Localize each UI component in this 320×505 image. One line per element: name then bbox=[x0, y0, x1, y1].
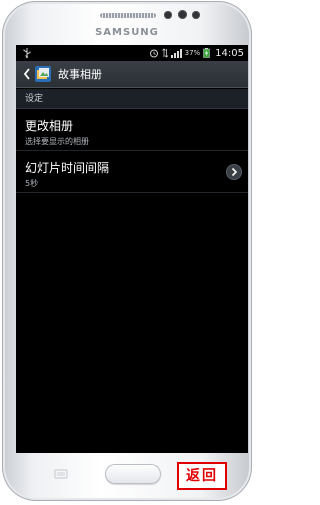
alarm-icon bbox=[149, 49, 158, 58]
proximity-sensor bbox=[164, 11, 172, 19]
home-button[interactable] bbox=[105, 464, 161, 484]
page-title: 故事相册 bbox=[58, 68, 102, 81]
front-camera bbox=[178, 10, 187, 19]
return-annotation: 返回 bbox=[177, 462, 227, 490]
chevron-right-icon[interactable] bbox=[226, 164, 242, 180]
signal-strength-icon bbox=[170, 48, 182, 58]
settings-item-change-album[interactable]: 更改相册 选择要显示的相册 bbox=[16, 113, 248, 151]
earpiece-speaker bbox=[100, 13, 156, 18]
section-header: 设定 bbox=[16, 89, 248, 109]
screen: 37% 14:05 故事相册 设定 更改相册 选择要显示的相册 幻灯片时间间隔 … bbox=[16, 45, 248, 453]
status-time: 14:05 bbox=[215, 47, 244, 59]
phone-frame: SAMSUNG 37% 14:05 故事相册 设定 更改相册 选择要显示的相册 … bbox=[2, 1, 252, 501]
story-album-icon[interactable] bbox=[35, 66, 51, 82]
settings-item-subtitle: 选择要显示的相册 bbox=[25, 137, 89, 146]
usb-icon bbox=[23, 48, 31, 58]
battery-charging-icon bbox=[203, 48, 210, 58]
menu-key-icon[interactable] bbox=[54, 469, 68, 479]
settings-item-title: 幻灯片时间间隔 bbox=[25, 161, 110, 175]
settings-item-slideshow-interval[interactable]: 幻灯片时间间隔 5秒 bbox=[16, 155, 248, 193]
battery-percent: 37% bbox=[184, 49, 201, 57]
action-bar: 故事相册 bbox=[16, 61, 248, 88]
settings-item-subtitle: 5秒 bbox=[25, 179, 39, 188]
status-icons: 37% 14:05 bbox=[149, 47, 244, 59]
chevron-left-icon[interactable] bbox=[22, 67, 32, 81]
status-bar: 37% 14:05 bbox=[16, 45, 248, 61]
light-sensor bbox=[192, 11, 200, 19]
data-arrows-icon bbox=[161, 48, 168, 58]
brand-logo: SAMSUNG bbox=[95, 27, 159, 38]
settings-item-title: 更改相册 bbox=[25, 119, 74, 133]
